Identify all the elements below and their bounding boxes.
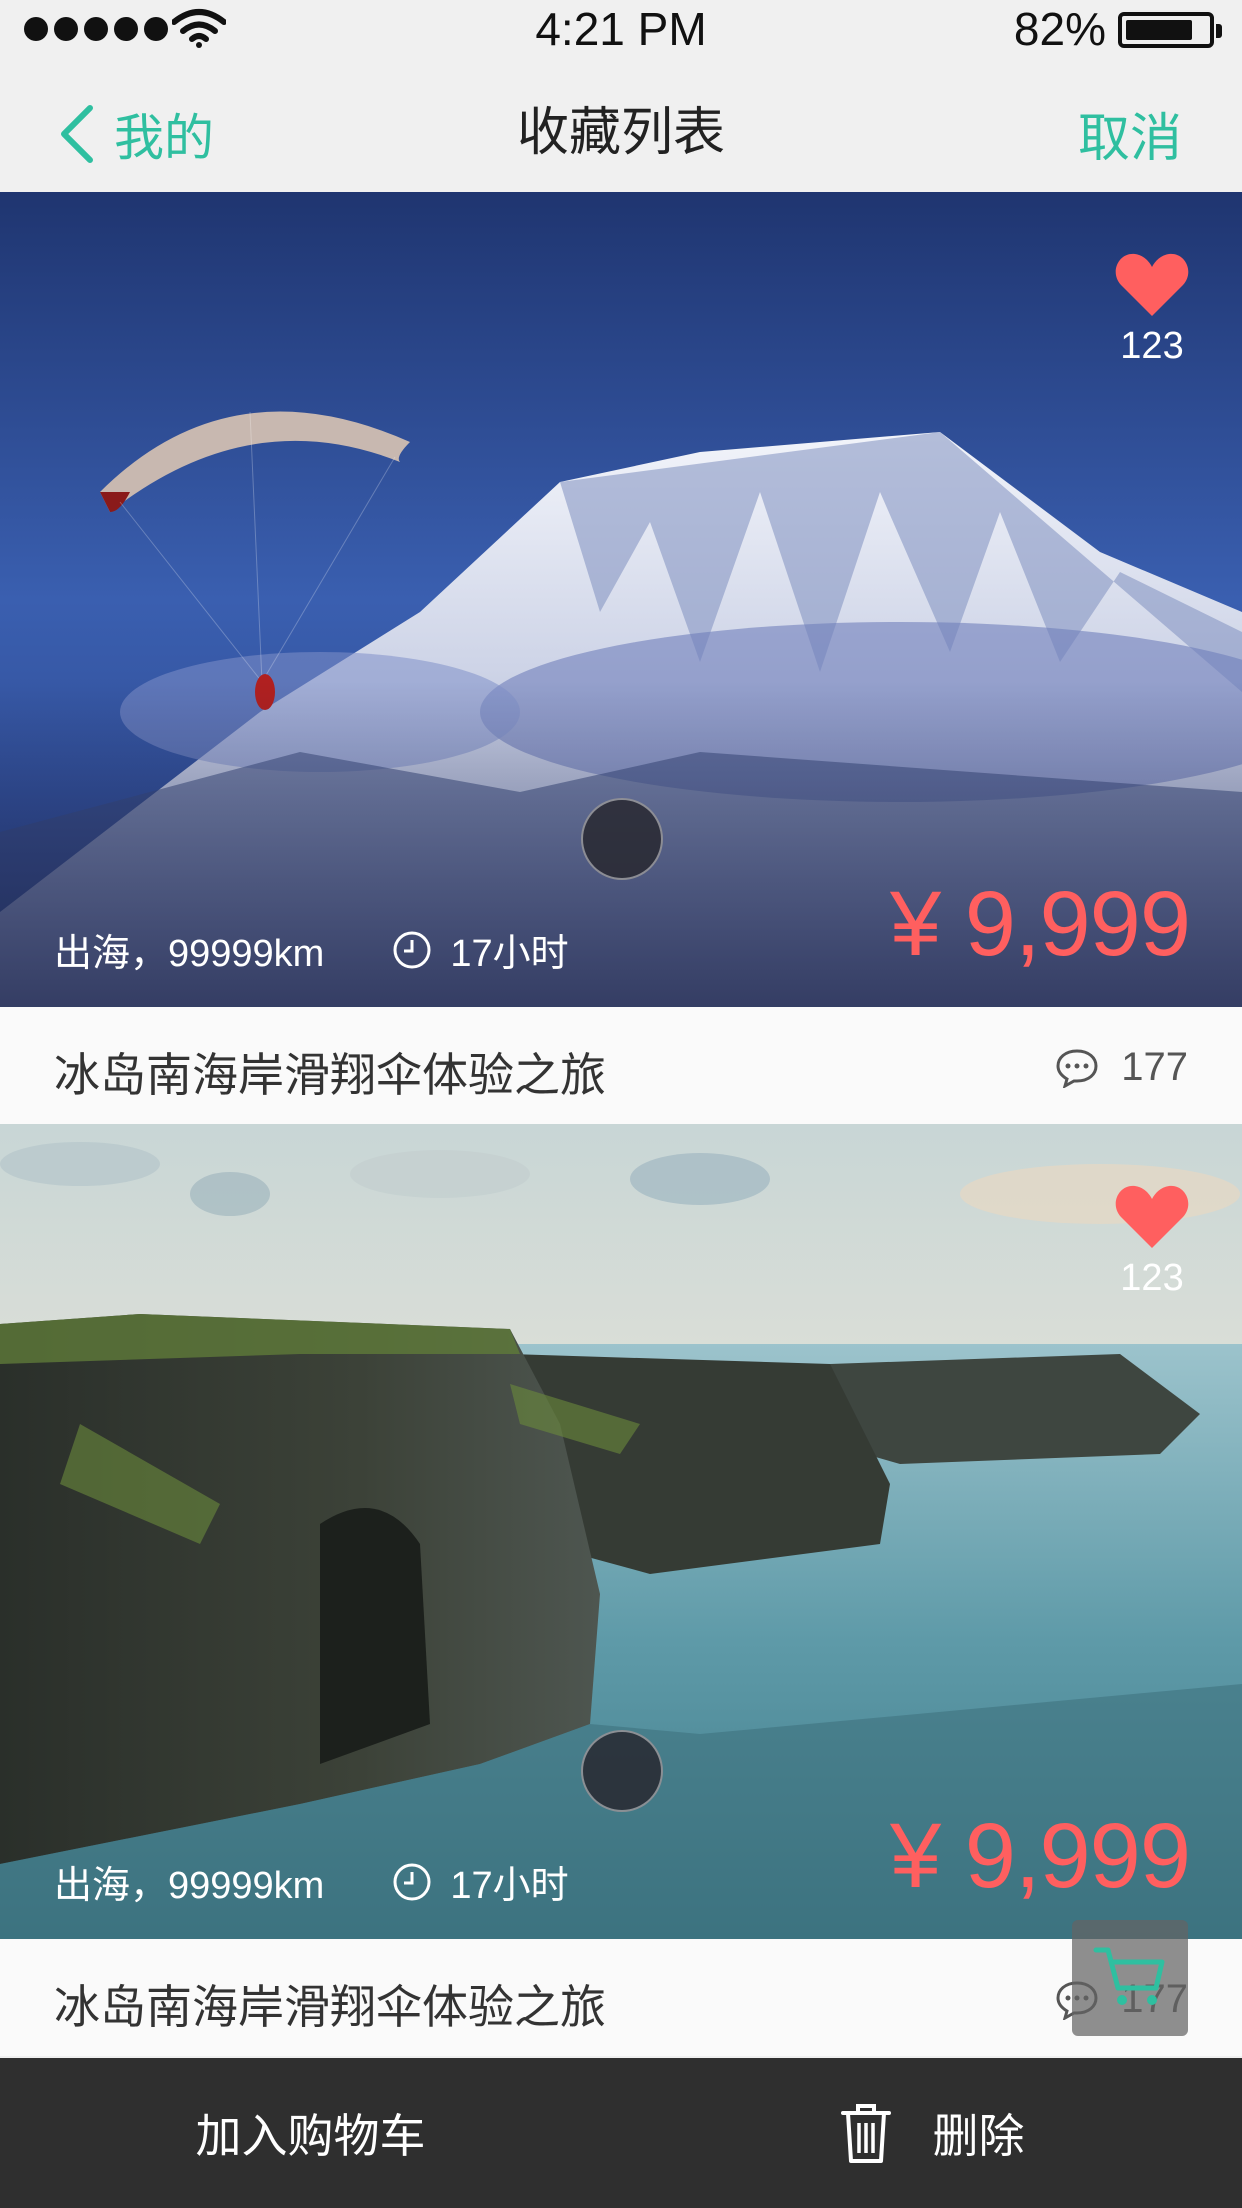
item-info: 冰岛南海岸滑翔伞体验之旅 177 [0, 1007, 1242, 1124]
distance-text: 出海，99999km [54, 1865, 325, 1907]
add-to-cart-button[interactable]: 加入购物车 [0, 2058, 621, 2208]
favorite-count: 123 [1120, 1257, 1184, 1299]
cancel-button[interactable]: 取消 [1078, 96, 1182, 171]
item-info: 冰岛南海岸滑翔伞体验之旅 177 [0, 1939, 1242, 2056]
delete-button[interactable]: 删除 [621, 2058, 1242, 2208]
item-meta: 出海，99999km 17小时 [54, 922, 569, 977]
favorite-count: 123 [1120, 325, 1184, 367]
cart-button[interactable] [1072, 1920, 1188, 2036]
add-to-cart-label: 加入购物车 [195, 2110, 426, 2162]
shopping-cart-icon [1093, 1947, 1165, 2005]
select-radio[interactable] [581, 1730, 663, 1812]
price: ¥ 9,999 [890, 873, 1191, 975]
nav-bar: 我的 收藏列表 取消 [0, 60, 1242, 192]
item-title: 冰岛南海岸滑翔伞体验之旅 [54, 1981, 606, 2033]
favorite-toggle[interactable]: 123 [1114, 252, 1190, 368]
item-photo: 123 出海，99999km 17小时 ¥ 9,999 [0, 192, 1242, 1007]
trash-icon [840, 2104, 891, 2163]
duration: 17小时 [392, 922, 569, 977]
select-radio[interactable] [581, 798, 663, 880]
comments[interactable]: 177 [1055, 1045, 1188, 1090]
clock-icon [393, 1863, 431, 1900]
battery-percent: 82% [1013, 3, 1106, 55]
comment-icon [1056, 1048, 1098, 1088]
delete-label: 删除 [932, 2110, 1025, 2162]
duration-text: 17小时 [450, 933, 569, 975]
price: ¥ 9,999 [890, 1805, 1191, 1907]
heart-icon [1115, 1185, 1189, 1248]
favorite-item[interactable]: 123 出海，99999km 17小时 ¥ 9,999 冰岛南海岸滑翔伞体验之旅… [0, 192, 1242, 1124]
clock-icon [393, 931, 431, 968]
favorite-item[interactable]: 123 出海，99999km 17小时 ¥ 9,999 冰岛南海岸滑翔伞体验之旅… [0, 1124, 1242, 2056]
status-bar: 4:21 PM 82% [0, 0, 1242, 60]
item-title: 冰岛南海岸滑翔伞体验之旅 [54, 1049, 606, 1101]
comment-count: 177 [1121, 1045, 1188, 1089]
distance-text: 出海，99999km [54, 933, 325, 975]
page-title: 收藏列表 [516, 104, 725, 162]
favorite-toggle[interactable]: 123 [1114, 1184, 1190, 1300]
item-meta: 出海，99999km 17小时 [54, 1854, 569, 1909]
duration-text: 17小时 [450, 1865, 569, 1907]
bottom-action-bar: 加入购物车 删除 [0, 2058, 1242, 2208]
item-photo: 123 出海，99999km 17小时 ¥ 9,999 [0, 1124, 1242, 1939]
heart-icon [1115, 253, 1189, 316]
duration: 17小时 [392, 1854, 569, 1909]
battery-icon [1118, 12, 1222, 48]
